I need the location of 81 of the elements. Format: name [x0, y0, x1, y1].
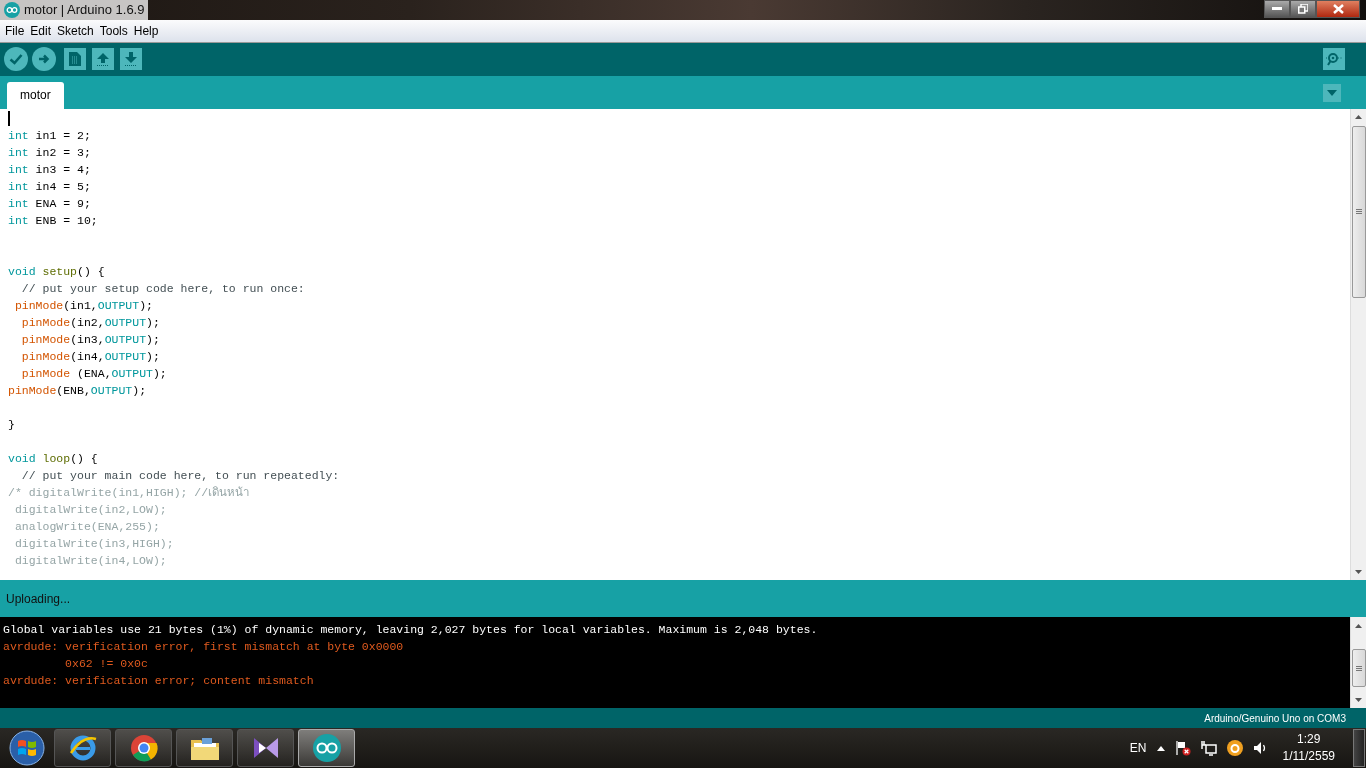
down-arrow-icon — [124, 52, 138, 67]
grip-icon — [1355, 209, 1362, 215]
code-line: int ENA = 9; — [8, 195, 91, 212]
code-line: pinMode(in1,OUTPUT); — [13, 297, 153, 314]
tab-menu-button[interactable] — [1323, 83, 1341, 102]
save-button[interactable] — [120, 48, 142, 71]
code-line: /* digitalWrite(in1,HIGH); //เดินหน้า — [8, 484, 250, 501]
menu-item[interactable]: Tools — [96, 22, 131, 40]
scroll-down-icon[interactable] — [1355, 569, 1362, 574]
right-arrow-icon — [38, 53, 50, 66]
infinity-icon — [311, 733, 342, 763]
code-line: int ENB = 10; — [8, 212, 98, 229]
new-button[interactable] — [64, 48, 86, 71]
console-line: 0x62 != 0x0c — [64, 656, 148, 673]
caret-icon — [1327, 89, 1337, 96]
console-line: Global variables use 21 bytes (1%) of dynamic memory, leaving 2,027 bytes for local variables. Maximum is 2,048 bytes. — [3, 622, 818, 639]
checkmark-icon — [9, 53, 23, 66]
open-button[interactable] — [92, 48, 114, 71]
scroll-up-icon[interactable] — [1355, 115, 1362, 120]
document-icon — [69, 52, 81, 67]
menu-item[interactable]: Help — [130, 22, 162, 40]
editor-scrollbar[interactable] — [1350, 108, 1366, 581]
flag-error-icon[interactable] — [1174, 740, 1191, 756]
code-line: digitalWrite(in2,LOW); — [13, 501, 167, 518]
taskbar-app-button[interactable] — [176, 729, 233, 767]
code-line: int in4 = 5; — [8, 178, 91, 195]
ring-icon[interactable] — [1226, 740, 1243, 756]
serial-monitor-button[interactable] — [1323, 48, 1345, 71]
scroll-down-icon[interactable] — [1355, 697, 1362, 702]
code-line: // put your setup code here, to run once: — [20, 280, 305, 297]
menu-item[interactable]: Sketch — [54, 22, 97, 40]
console-line: avrdude: verification error; content mismatch — [3, 673, 314, 690]
window-title: motor | Arduino 1.6.9 — [24, 1, 145, 19]
board-port-label: Arduino/Genuino Uno on COM3 — [1204, 712, 1346, 724]
verify-button[interactable] — [4, 47, 28, 72]
upload-button[interactable] — [32, 47, 56, 72]
scroll-up-icon[interactable] — [1355, 623, 1362, 628]
magnifier-icon — [1326, 52, 1342, 67]
minimize-button[interactable] — [1264, 0, 1290, 18]
speaker-icon[interactable] — [1252, 741, 1267, 755]
code-line: digitalWrite(in3,HIGH); — [13, 535, 174, 552]
clock-date[interactable]: 1/11/2559 — [1282, 748, 1335, 765]
code-line: void setup() { — [8, 263, 105, 280]
code-line: int in3 = 4; — [8, 161, 91, 178]
taskbar-app-button[interactable] — [298, 729, 355, 767]
close-icon — [1332, 4, 1344, 14]
browser-e-icon — [67, 733, 98, 763]
minimize-icon — [1272, 7, 1282, 11]
code-line: } — [8, 416, 15, 433]
close-button[interactable] — [1316, 0, 1360, 18]
console-scrollbar[interactable] — [1350, 617, 1366, 709]
sketch-tab[interactable]: motor — [7, 81, 64, 109]
restore-button[interactable] — [1290, 0, 1316, 18]
code-line: analogWrite(ENA,255); — [13, 518, 160, 535]
show-hidden-icons-button[interactable] — [1156, 745, 1165, 751]
restore-icon — [1298, 4, 1308, 14]
code-line: pinMode (ENA,OUTPUT); — [20, 365, 167, 382]
code-line: pinMode(in3,OUTPUT); — [20, 331, 160, 348]
code-line: pinMode(in2,OUTPUT); — [20, 314, 160, 331]
show-desktop-button[interactable] — [1353, 729, 1365, 767]
clock-time[interactable]: 1:29 — [1297, 731, 1321, 748]
code-line: int in2 = 3; — [8, 144, 91, 161]
code-line: void loop() { — [8, 450, 98, 467]
code-line: digitalWrite(in4,LOW); — [13, 552, 167, 569]
chrome-icon — [129, 734, 158, 762]
taskbar-app-button[interactable] — [115, 729, 172, 767]
taskbar-app-button[interactable] — [54, 729, 111, 767]
network-icon[interactable] — [1200, 740, 1217, 756]
grip-icon — [1355, 665, 1362, 671]
taskbar-app-button[interactable] — [237, 729, 294, 767]
code-line: pinMode(in4,OUTPUT); — [20, 348, 160, 365]
code-line: // put your main code here, to run repeatedly: — [20, 467, 340, 484]
status-message: Uploading... — [6, 591, 71, 606]
code-line: pinMode(ENB,OUTPUT); — [8, 382, 147, 399]
text-cursor — [8, 110, 10, 126]
menu-item[interactable]: Edit — [27, 22, 55, 40]
up-arrow-icon — [96, 52, 110, 67]
language-indicator[interactable]: EN — [1129, 741, 1147, 755]
code-line: int in1 = 2; — [8, 127, 91, 144]
console-line: avrdude: verification error, first mismatch at byte 0x0000 — [3, 639, 404, 656]
menu-item[interactable]: File — [2, 22, 28, 40]
